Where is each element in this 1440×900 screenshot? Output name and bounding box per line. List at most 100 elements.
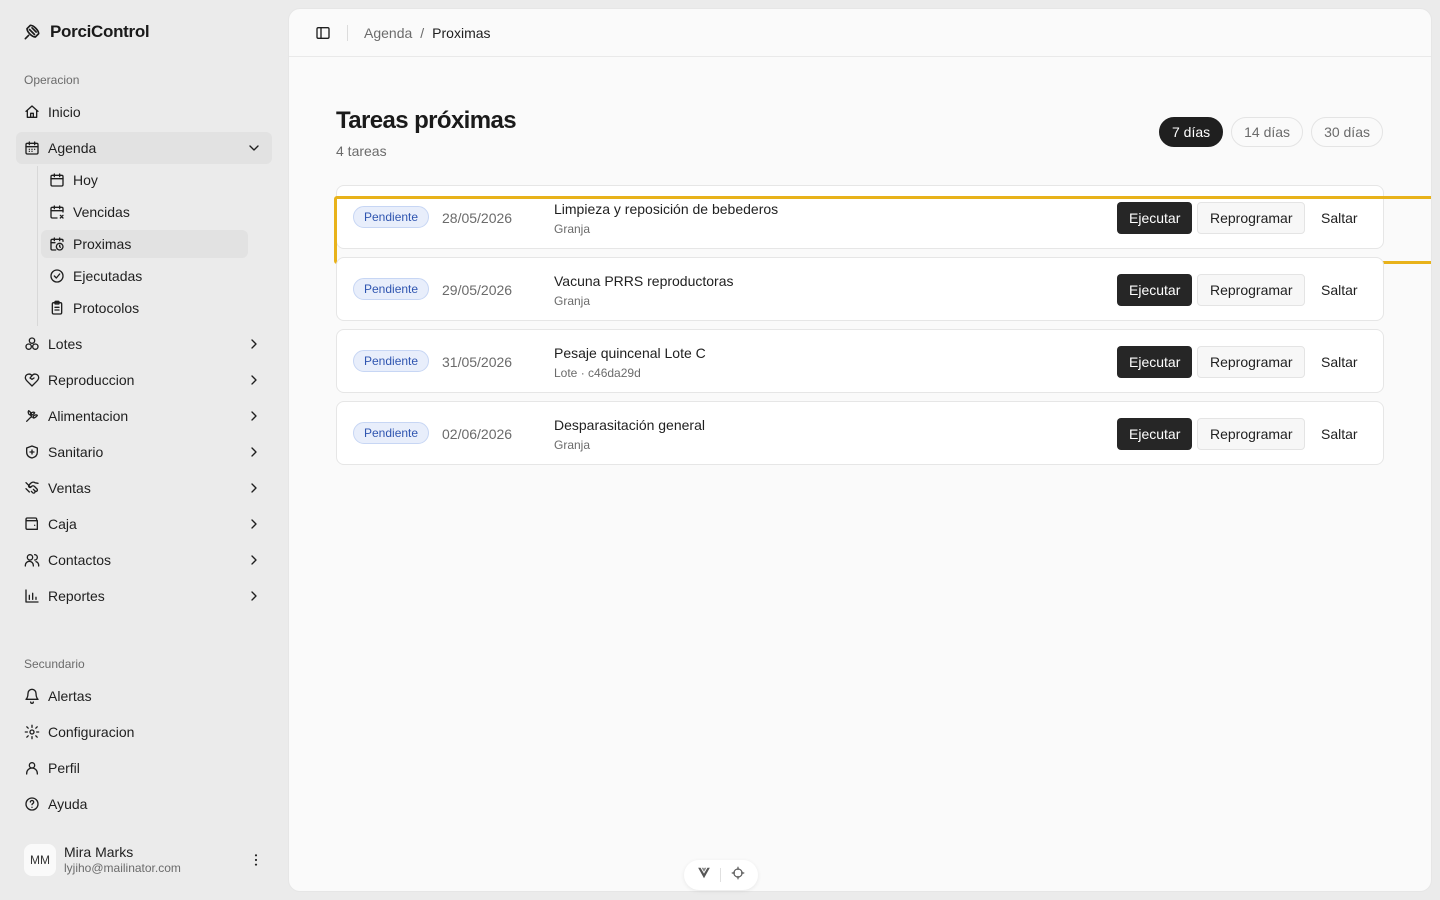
sidebar-item-label: Perfil [48, 760, 80, 776]
sidebar-item-label: Agenda [48, 140, 97, 156]
skip-button[interactable]: Saltar [1309, 202, 1370, 234]
breadcrumb-agenda[interactable]: Agenda [364, 25, 412, 41]
execute-button[interactable]: Ejecutar [1117, 418, 1193, 450]
sidebar-item-ejecutadas[interactable]: Ejecutadas [41, 262, 248, 290]
chevron-right-icon [246, 552, 262, 568]
reschedule-button[interactable]: Reprogramar [1197, 418, 1306, 450]
skip-button[interactable]: Saltar [1309, 274, 1370, 306]
clipboard-icon [49, 300, 65, 316]
sidebar-item-label: Protocolos [73, 300, 140, 316]
wheat-icon [24, 408, 40, 424]
pig-logo-icon [24, 24, 40, 40]
breadcrumb-current: Proximas [432, 24, 491, 41]
execute-button[interactable]: Ejecutar [1117, 346, 1193, 378]
heart-handshake-icon [24, 372, 40, 388]
task-date: 29/05/2026 [442, 282, 513, 298]
sidebar-item-label: Lotes [48, 336, 83, 352]
sidebar-item-label: Alimentacion [48, 408, 129, 424]
sidebar-item-inicio[interactable]: Inicio [16, 96, 272, 128]
sidebar-item-label: Proximas [73, 236, 132, 252]
skip-button[interactable]: Saltar [1309, 346, 1370, 378]
sidebar-item-contactos[interactable]: Contactos [16, 544, 272, 576]
sidebar-item-label: Alertas [48, 688, 92, 704]
sidebar-item-alimentacion[interactable]: Alimentacion [16, 400, 272, 432]
group-label-secundario: Secundario [24, 657, 85, 671]
more-vertical-icon[interactable] [248, 852, 264, 868]
vue-logo-icon[interactable] [697, 866, 711, 885]
task-title: Pesaje quincenal Lote C [554, 345, 706, 361]
sidebar-item-vencidas[interactable]: Vencidas [41, 198, 248, 226]
sidebar-item-sanitario[interactable]: Sanitario [16, 436, 272, 468]
sidebar-item-configuracion[interactable]: Configuracion [16, 716, 272, 748]
chevron-right-icon [246, 588, 262, 604]
task-location: Granja [554, 222, 591, 236]
breadcrumb: Agenda / Proximas [364, 25, 491, 41]
execute-button[interactable]: Ejecutar [1117, 274, 1193, 306]
chevron-right-icon [246, 372, 262, 388]
task-row: Pendiente 29/05/2026 Vacuna PRRS reprodu… [336, 257, 1384, 321]
chevron-down-icon [246, 140, 262, 156]
check-circle-icon [49, 268, 65, 284]
avatar: MM [24, 844, 56, 876]
sidebar-item-proximas[interactable]: Proximas [41, 230, 248, 258]
calendar-x-icon [49, 204, 65, 220]
user-card[interactable]: MM Mira Marks lyjiho@mailinator.com [16, 836, 272, 884]
gear-icon [24, 724, 40, 740]
home-icon [24, 104, 40, 120]
range-30-days-button[interactable]: 30 días [1311, 117, 1383, 147]
task-count: 4 tareas [336, 143, 387, 159]
toolbar-divider [720, 868, 722, 882]
task-row: Pendiente 02/06/2026 Desparasitación gen… [336, 401, 1384, 465]
brand-name: PorciControl [50, 22, 150, 41]
task-date: 02/06/2026 [442, 426, 513, 442]
user-icon [24, 760, 40, 776]
status-badge: Pendiente [353, 206, 430, 228]
sidebar-item-label: Configuracion [48, 724, 135, 740]
sidebar-item-caja[interactable]: Caja [16, 508, 272, 540]
users-icon [24, 552, 40, 568]
task-row: Pendiente 31/05/2026 Pesaje quincenal Lo… [336, 329, 1384, 393]
sidebar-item-label: Sanitario [48, 444, 104, 460]
sidebar-item-ayuda[interactable]: Ayuda [16, 788, 272, 820]
sidebar-item-agenda[interactable]: Agenda [16, 132, 272, 164]
crosshair-icon[interactable] [731, 866, 745, 885]
help-circle-icon [24, 796, 40, 812]
wallet-icon [24, 516, 40, 532]
sidebar-item-protocolos[interactable]: Protocolos [41, 294, 248, 322]
range-7-days-button[interactable]: 7 días [1158, 117, 1224, 147]
skip-button[interactable]: Saltar [1309, 418, 1370, 450]
calendar-icon [24, 140, 40, 156]
chevron-right-icon [246, 480, 262, 496]
sidebar-toggle-icon[interactable] [315, 25, 331, 41]
task-title: Limpieza y reposición de bebederos [554, 201, 779, 217]
sidebar-item-hoy[interactable]: Hoy [41, 166, 248, 194]
sidebar-item-label: Inicio [48, 104, 81, 120]
reschedule-button[interactable]: Reprogramar [1197, 346, 1306, 378]
chevron-right-icon [246, 408, 262, 424]
main-panel: Agenda / Proximas Tareas próximas 4 tare… [288, 8, 1432, 892]
task-location: Granja [554, 294, 591, 308]
reschedule-button[interactable]: Reprogramar [1197, 202, 1306, 234]
reschedule-button[interactable]: Reprogramar [1197, 274, 1306, 306]
chevron-right-icon [246, 516, 262, 532]
sidebar-item-lotes[interactable]: Lotes [16, 328, 272, 360]
sidebar-item-reproduccion[interactable]: Reproduccion [16, 364, 272, 396]
task-location: Granja [554, 438, 591, 452]
handshake-icon [24, 480, 40, 496]
range-14-days-button[interactable]: 14 días [1231, 117, 1304, 147]
sidebar-item-alertas[interactable]: Alertas [16, 680, 272, 712]
task-list: Pendiente 28/05/2026 Limpieza y reposici… [334, 185, 1431, 473]
sidebar-item-label: Contactos [48, 552, 112, 568]
sidebar-item-label: Vencidas [73, 204, 130, 220]
sidebar-item-label: Hoy [73, 172, 98, 188]
execute-button[interactable]: Ejecutar [1117, 202, 1193, 234]
brand[interactable]: PorciControl [22, 20, 150, 44]
dev-toolbar [684, 860, 758, 890]
sidebar-item-reportes[interactable]: Reportes [16, 580, 272, 612]
sidebar-item-label: Ventas [48, 480, 91, 496]
task-location: Lote · c46da29d [554, 366, 641, 380]
sidebar-item-perfil[interactable]: Perfil [16, 752, 272, 784]
sidebar-item-ventas[interactable]: Ventas [16, 472, 272, 504]
user-name: Mira Marks [64, 844, 134, 860]
calendar-day-icon [49, 172, 65, 188]
